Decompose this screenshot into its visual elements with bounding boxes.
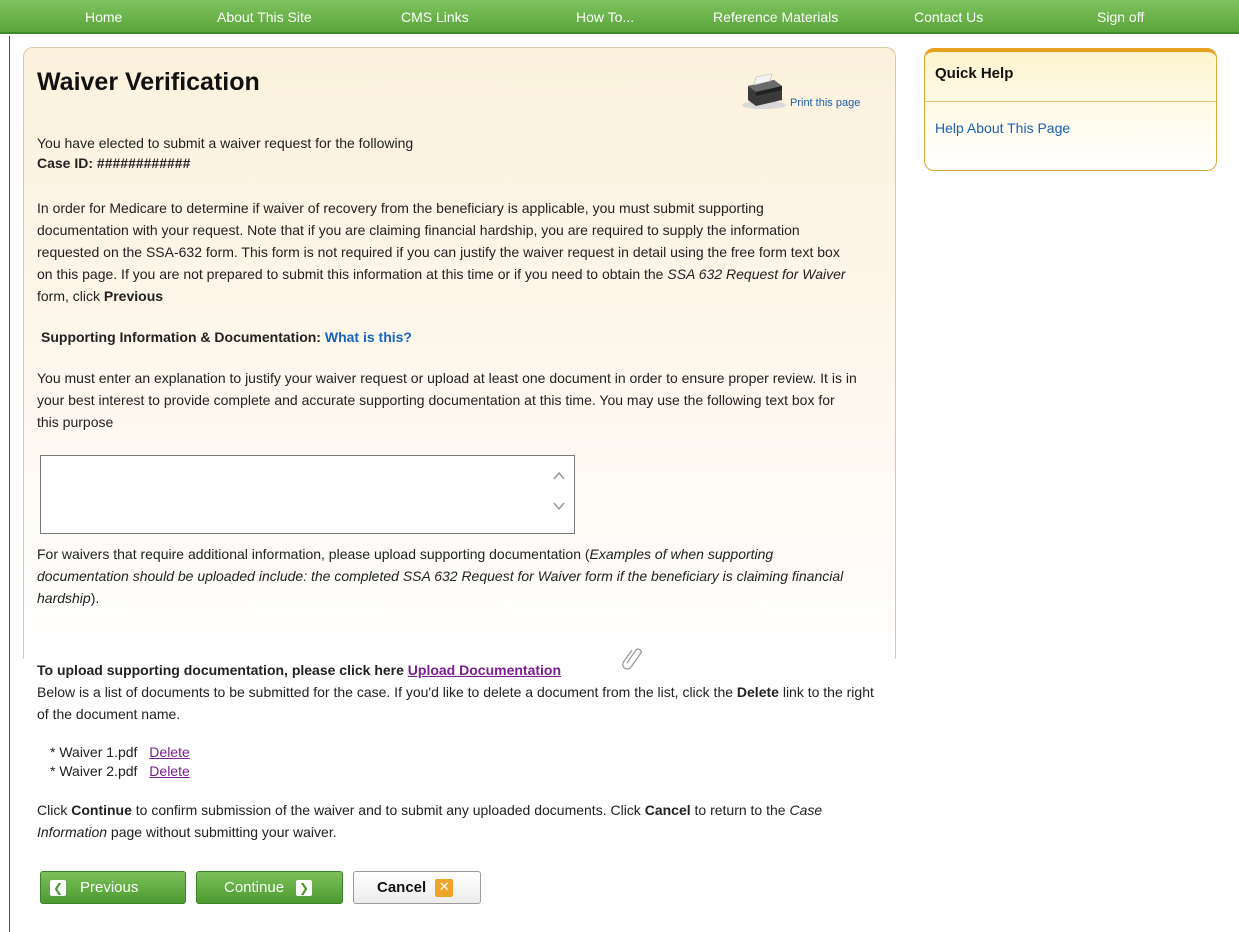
continue-button-label: Continue	[224, 879, 285, 896]
what-is-this-link[interactable]: What is this?	[325, 329, 412, 345]
delete-document-link[interactable]: Delete	[149, 763, 189, 779]
document-list-intro: Below is a list of documents to be submi…	[37, 681, 882, 725]
close-icon: ✕	[435, 878, 454, 897]
nav-cms-links[interactable]: CMS Links	[401, 9, 469, 25]
para1-previous: Previous	[103, 288, 164, 304]
nav-about[interactable]: About This Site	[217, 9, 312, 25]
upload-prompt: To upload supporting documentation, plea…	[37, 662, 404, 678]
intro-line: You have elected to submit a waiver requ…	[37, 135, 414, 151]
waiver-explanation-textarea[interactable]	[40, 455, 575, 534]
page-title: Waiver Verification	[37, 68, 260, 96]
waiver-instructions: In order for Medicare to determine if wa…	[37, 197, 859, 307]
continue-button[interactable]: Continue ❯	[196, 871, 343, 904]
chevron-right-icon: ❯	[296, 879, 313, 896]
para3-text-a: For waivers that require additional info…	[37, 546, 590, 562]
list-intro-delete: Delete	[736, 684, 779, 700]
previous-button-label: Previous	[80, 879, 139, 896]
case-id-label: Case ID:	[37, 155, 94, 171]
scroll-down-icon[interactable]	[553, 500, 565, 512]
delete-document-link[interactable]: Delete	[149, 744, 189, 760]
para3-text-b: ).	[90, 590, 100, 606]
document-name: * Waiver 2.pdf	[50, 763, 138, 779]
list-intro-a: Below is a list of documents to be submi…	[37, 684, 737, 700]
left-divider	[9, 36, 10, 932]
confirm-cancel: Cancel	[644, 802, 691, 818]
supporting-heading: Supporting Information & Documentation:	[41, 329, 321, 345]
previous-button[interactable]: ❮ Previous	[40, 871, 186, 904]
cancel-button-label: Cancel	[377, 879, 427, 896]
confirm-b: to confirm submission of the waiver and …	[131, 802, 645, 818]
document-list-item: * Waiver 1.pdf Delete	[50, 744, 190, 760]
explanation-instructions: You must enter an explanation to justify…	[37, 370, 857, 430]
chevron-left-icon: ❮	[50, 879, 66, 896]
upload-row: To upload supporting documentation, plea…	[37, 659, 657, 681]
case-id-row: Case ID: ############	[37, 152, 437, 174]
top-nav-bar: Home About This Site CMS Links How To...…	[0, 0, 1239, 34]
cancel-button[interactable]: Cancel ✕	[353, 871, 481, 904]
para1-form-name: SSA 632 Request for Waiver	[667, 266, 846, 282]
quick-help-title: Quick Help	[925, 52, 1216, 102]
confirm-instructions: Click Continue to confirm submission of …	[37, 799, 867, 843]
quick-help-panel: Quick Help Help About This Page	[924, 48, 1217, 171]
scroll-up-icon[interactable]	[553, 470, 565, 482]
printer-icon	[742, 73, 786, 109]
nav-sign-off[interactable]: Sign off	[1097, 9, 1144, 25]
upload-instructions: For waivers that require additional info…	[37, 543, 867, 609]
nav-reference-materials[interactable]: Reference Materials	[713, 9, 838, 25]
print-page-link[interactable]: Print this page	[740, 72, 875, 112]
nav-how-to[interactable]: How To...	[576, 9, 634, 25]
help-about-page-link[interactable]: Help About This Page	[935, 120, 1070, 136]
confirm-c: to return to the	[690, 802, 790, 818]
confirm-a: Click	[37, 802, 72, 818]
case-id-value: ############	[96, 155, 191, 171]
upload-documentation-link[interactable]: Upload Documentation	[408, 662, 561, 678]
confirm-continue: Continue	[71, 802, 132, 818]
print-link-label: Print this page	[790, 97, 861, 109]
para1-text-b: form, click	[37, 288, 104, 304]
nav-contact-us[interactable]: Contact Us	[914, 9, 983, 25]
nav-home[interactable]: Home	[85, 9, 122, 25]
document-name: * Waiver 1.pdf	[50, 744, 138, 760]
paperclip-icon	[622, 648, 642, 670]
supporting-heading-row: Supporting Information & Documentation: …	[41, 326, 641, 348]
confirm-d: page without submitting your waiver.	[107, 824, 337, 840]
document-list-item: * Waiver 2.pdf Delete	[50, 763, 190, 779]
